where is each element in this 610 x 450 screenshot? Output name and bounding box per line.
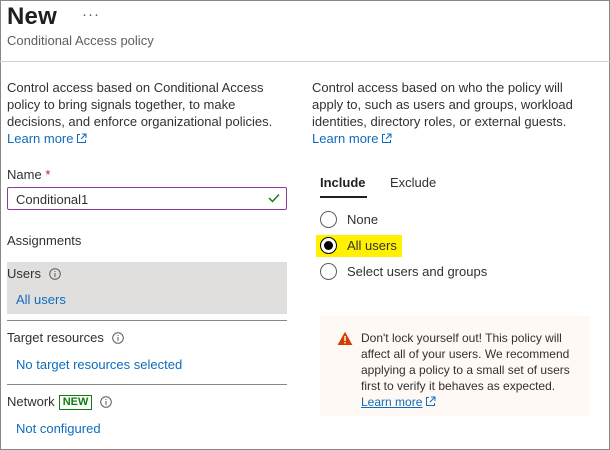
header-divider [0,61,610,62]
divider [7,320,287,321]
divider [7,384,287,385]
radio-button-selected[interactable] [320,237,337,254]
right-learn-more-link[interactable]: Learn more [312,131,392,146]
radio-label: Select users and groups [347,264,488,279]
right-description-block: Control access based on who the policy w… [312,79,592,147]
policy-name-input[interactable]: Conditional1 [7,187,287,210]
tab-include[interactable]: Include [320,175,366,190]
external-link-icon [382,133,392,143]
info-icon[interactable] [112,332,124,344]
warning-learn-more-link[interactable]: Learn more [361,395,436,409]
lockout-warning: Don't lock yourself out! This policy wil… [320,316,590,416]
radio-button[interactable] [320,211,337,228]
check-icon [268,194,280,203]
radio-label: All users [347,238,397,253]
warning-text: Don't lock yourself out! This policy wil… [361,331,570,393]
page-title: New [7,3,57,30]
left-description: Control access based on Conditional Acce… [7,80,273,129]
tab-include-underline [320,196,367,198]
page-subtitle: Conditional Access policy [7,33,154,48]
right-description: Control access based on who the policy w… [312,80,573,129]
users-row-title: Users [7,266,61,281]
warning-text-block: Don't lock yourself out! This policy wil… [361,330,583,410]
network-value[interactable]: Not configured [16,421,101,436]
left-learn-more-link[interactable]: Learn more [7,131,87,146]
external-link-icon [426,396,436,406]
radio-button[interactable] [320,263,337,280]
policy-name-value[interactable]: Conditional1 [16,192,88,207]
assignments-heading: Assignments [7,233,82,248]
more-options-button[interactable]: ··· [82,6,100,23]
warning-icon [337,331,353,345]
info-icon[interactable] [49,268,61,280]
external-link-icon [77,133,87,143]
left-description-block: Control access based on Conditional Acce… [7,79,282,147]
info-icon[interactable] [100,396,113,408]
users-row-value[interactable]: All users [16,292,66,307]
target-resources-title: Target resources [7,330,124,345]
network-title: Network NEW [7,394,113,410]
radio-label: None [347,212,379,227]
name-label: Name * [7,167,51,182]
target-resources-value[interactable]: No target resources selected [16,357,182,372]
tab-exclude[interactable]: Exclude [390,175,436,190]
users-assignment-row[interactable]: Users All users [7,262,287,314]
new-badge: NEW [58,395,93,410]
required-marker: * [45,167,51,182]
